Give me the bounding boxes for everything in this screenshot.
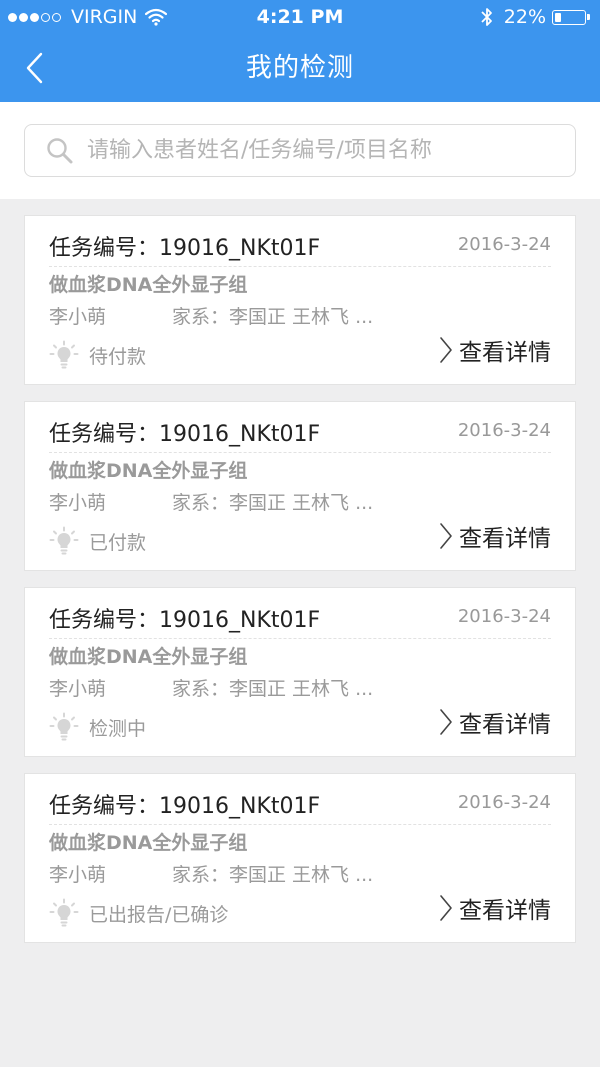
view-details-label: 查看详情	[459, 340, 551, 366]
family-members: 家系：李国正 王林飞 ...	[172, 492, 374, 514]
chevron-right-icon	[440, 523, 452, 549]
patient-name: 李小萌	[49, 306, 107, 328]
view-details-label: 查看详情	[459, 898, 551, 924]
lightbulb-icon	[49, 526, 79, 556]
search-input[interactable]	[87, 138, 547, 163]
view-details-button[interactable]: 查看详情	[439, 333, 551, 367]
family-members: 家系：李国正 王林飞 ...	[172, 678, 374, 700]
patient-name: 李小萌	[49, 492, 107, 514]
status-bar: VIRGIN 4:21 PM 22%	[0, 0, 600, 34]
task-card[interactable]: 任务编号：19016_NKt01F 2016-3-24 做血浆DNA全外显子组 …	[24, 401, 576, 571]
task-card-header: 任务编号：19016_NKt01F 2016-3-24	[49, 226, 551, 267]
task-date: 2016-3-24	[457, 234, 551, 255]
battery-cap	[587, 14, 590, 20]
task-number: 任务编号：19016_NKt01F	[49, 794, 321, 819]
task-status: 已付款	[49, 526, 146, 556]
chevron-right-icon	[440, 337, 452, 363]
task-card[interactable]: 任务编号：19016_NKt01F 2016-3-24 做血浆DNA全外显子组 …	[24, 773, 576, 943]
status-bar-right: 22%	[480, 0, 590, 34]
battery-level-fill	[555, 12, 561, 22]
view-details-button[interactable]: 查看详情	[439, 705, 551, 739]
view-details-label: 查看详情	[459, 526, 551, 552]
status-label: 已付款	[89, 531, 147, 554]
chevron-right-icon	[440, 709, 452, 735]
task-status: 检测中	[49, 712, 146, 742]
search-box[interactable]	[24, 124, 576, 177]
search-icon	[45, 136, 75, 166]
bluetooth-icon	[481, 8, 492, 26]
nav-bar: 我的检测	[0, 34, 600, 102]
task-number: 任务编号：19016_NKt01F	[49, 608, 321, 633]
project-name: 做血浆DNA全外显子组	[49, 460, 248, 482]
task-status: 待付款	[49, 340, 146, 370]
family-members: 家系：李国正 王林飞 ...	[172, 306, 374, 328]
battery-icon	[552, 9, 586, 25]
task-card-header: 任务编号：19016_NKt01F 2016-3-24	[49, 598, 551, 639]
task-card[interactable]: 任务编号：19016_NKt01F 2016-3-24 做血浆DNA全外显子组 …	[24, 587, 576, 757]
view-details-label: 查看详情	[459, 712, 551, 738]
status-label: 已出报告/已确诊	[89, 903, 229, 926]
search-area	[0, 102, 600, 199]
project-name: 做血浆DNA全外显子组	[49, 832, 248, 854]
task-card-header: 任务编号：19016_NKt01F 2016-3-24	[49, 412, 551, 453]
task-card-header: 任务编号：19016_NKt01F 2016-3-24	[49, 784, 551, 825]
lightbulb-icon	[49, 898, 79, 928]
task-date: 2016-3-24	[457, 792, 551, 813]
task-card[interactable]: 任务编号：19016_NKt01F 2016-3-24 做血浆DNA全外显子组 …	[24, 215, 576, 385]
patient-name: 李小萌	[49, 678, 107, 700]
battery-percentage: 22%	[503, 6, 546, 28]
task-status: 已出报告/已确诊	[49, 898, 228, 928]
page-title: 我的检测	[245, 53, 354, 83]
patient-name: 李小萌	[49, 864, 107, 886]
family-members: 家系：李国正 王林飞 ...	[172, 864, 374, 886]
task-number: 任务编号：19016_NKt01F	[49, 236, 321, 261]
project-name: 做血浆DNA全外显子组	[49, 646, 248, 668]
view-details-button[interactable]: 查看详情	[439, 891, 551, 925]
project-name: 做血浆DNA全外显子组	[49, 274, 248, 296]
lightbulb-icon	[49, 712, 79, 742]
task-date: 2016-3-24	[457, 420, 551, 441]
lightbulb-icon	[49, 340, 79, 370]
view-details-button[interactable]: 查看详情	[439, 519, 551, 553]
status-label: 检测中	[89, 717, 147, 740]
app-header: VIRGIN 4:21 PM 22% 我的检测	[0, 0, 600, 102]
status-label: 待付款	[89, 345, 147, 368]
chevron-right-icon	[440, 895, 452, 921]
task-number: 任务编号：19016_NKt01F	[49, 422, 321, 447]
task-date: 2016-3-24	[457, 606, 551, 627]
